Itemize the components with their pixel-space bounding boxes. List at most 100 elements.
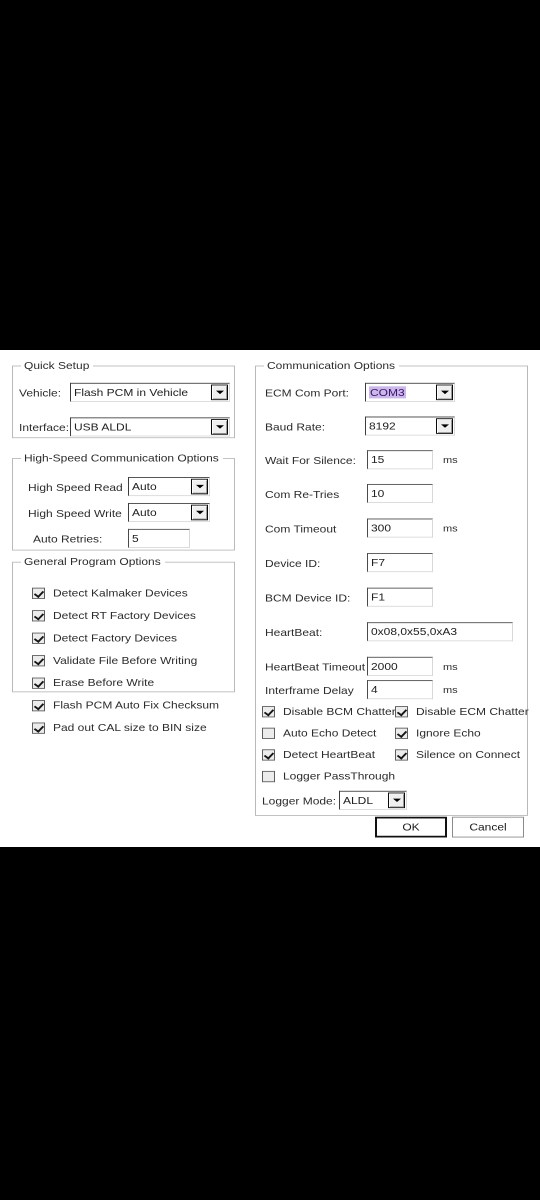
checkbox-label: Disable ECM Chatter (416, 705, 529, 718)
vehicle-select[interactable]: Flash PCM in Vehicle (70, 382, 230, 402)
baud-rate-label: Baud Rate: (265, 420, 326, 433)
logger-mode-value: ALDL (343, 794, 374, 807)
checkbox-box[interactable] (262, 705, 275, 717)
checkbox-label: Auto Echo Detect (283, 726, 377, 739)
high-speed-write-value: Auto (132, 506, 157, 519)
communication-options-title: Communication Options (264, 359, 400, 372)
checkbox-box[interactable] (32, 722, 45, 734)
quick-setup-title: Quick Setup (21, 359, 94, 372)
high-speed-write-label: High Speed Write (28, 507, 122, 520)
auto-retries-input[interactable]: 5 (128, 528, 190, 548)
chevron-down-icon[interactable] (436, 384, 453, 401)
logger-mode-select[interactable]: ALDL (339, 790, 407, 810)
baud-rate-value: 8192 (369, 420, 396, 433)
screen-letterbox: Quick Setup Vehicle: Flash PCM in Vehicl… (0, 0, 540, 1200)
bcm-device-id-input[interactable]: F1 (367, 587, 433, 607)
chevron-down-icon[interactable] (436, 418, 453, 434)
ecm-com-port-label: ECM Com Port: (265, 387, 350, 400)
chevron-down-icon[interactable] (211, 384, 228, 401)
checkbox-box[interactable] (32, 587, 45, 599)
com-retries-input[interactable]: 10 (367, 483, 433, 503)
checkbox-box[interactable] (32, 654, 45, 666)
heartbeat-timeout-input[interactable]: 2000 (367, 656, 433, 676)
general-options-title: General Program Options (21, 555, 165, 568)
com-timeout-label: Com Timeout (265, 522, 337, 535)
checkbox-label: Ignore Echo (416, 726, 481, 739)
logger-mode-label: Logger Mode: (262, 795, 337, 808)
checkbox-box[interactable] (395, 727, 408, 739)
checkbox-auto-echo-detect[interactable]: Auto Echo Detect (262, 727, 376, 739)
wait-for-silence-unit: ms (443, 455, 458, 466)
heartbeat-label: HeartBeat: (265, 626, 323, 639)
checkbox-box[interactable] (262, 770, 275, 782)
ecm-com-port-value: COM3 (369, 386, 406, 399)
checkbox-logger-passthrough[interactable]: Logger PassThrough (262, 770, 395, 782)
chevron-down-icon[interactable] (388, 792, 405, 809)
checkbox-label: Disable BCM Chatter (283, 705, 396, 718)
auto-retries-label: Auto Retries: (33, 533, 103, 546)
cancel-button[interactable]: Cancel (452, 816, 524, 838)
checkbox-box[interactable] (262, 727, 275, 739)
high-speed-title: High-Speed Communication Options (21, 451, 223, 465)
checkbox-detect-kalmaker-devices[interactable]: Detect Kalmaker Devices (32, 587, 188, 599)
checkbox-label: Erase Before Write (53, 676, 155, 689)
high-speed-read-value: Auto (132, 480, 157, 493)
checkbox-box[interactable] (262, 748, 275, 761)
checkbox-label: Detect HeartBeat (283, 748, 376, 761)
high-speed-write-select[interactable]: Auto (128, 502, 210, 523)
checkbox-label: Flash PCM Auto Fix Checksum (53, 699, 220, 712)
checkbox-detect-heartbeat[interactable]: Detect HeartBeat (262, 748, 376, 761)
ecm-com-port-select[interactable]: COM3 (365, 382, 455, 402)
checkbox-label: Validate File Before Writing (53, 654, 198, 667)
com-retries-label: Com Re-Tries (265, 488, 340, 501)
high-speed-read-label: High Speed Read (28, 481, 123, 494)
ecm-com-port-value-wrap: COM3 (366, 384, 436, 401)
chevron-down-icon[interactable] (191, 504, 208, 521)
checkbox-erase-before-write[interactable]: Erase Before Write (32, 677, 154, 689)
checkbox-validate-file-before-writing[interactable]: Validate File Before Writing (32, 654, 197, 666)
wait-for-silence-input[interactable]: 15 (367, 450, 433, 470)
device-id-label: Device ID: (265, 557, 321, 570)
heartbeat-timeout-unit: ms (443, 662, 458, 673)
checkbox-box[interactable] (32, 677, 45, 689)
checkbox-box[interactable] (32, 609, 45, 621)
com-timeout-input[interactable]: 300 (367, 518, 433, 538)
checkbox-label: Silence on Connect (416, 748, 521, 761)
vehicle-label: Vehicle: (19, 387, 62, 400)
checkbox-silence-on-connect[interactable]: Silence on Connect (395, 748, 521, 761)
device-id-input[interactable]: F7 (367, 553, 433, 573)
checkbox-detect-rt-factory-devices[interactable]: Detect RT Factory Devices (32, 609, 196, 621)
checkbox-flash-pcm-auto-fix-checksum[interactable]: Flash PCM Auto Fix Checksum (32, 699, 219, 711)
checkbox-box[interactable] (32, 632, 45, 644)
checkbox-box[interactable] (395, 748, 408, 761)
checkbox-label: Detect RT Factory Devices (53, 609, 196, 622)
checkbox-pad-out-cal-size[interactable]: Pad out CAL size to BIN size (32, 722, 207, 734)
checkbox-disable-bcm-chatter[interactable]: Disable BCM Chatter (262, 705, 396, 717)
ok-button[interactable]: OK (375, 816, 447, 838)
bcm-device-id-label: BCM Device ID: (265, 592, 351, 605)
vehicle-select-value: Flash PCM in Vehicle (74, 386, 189, 399)
settings-dialog: Quick Setup Vehicle: Flash PCM in Vehicl… (0, 350, 540, 847)
com-timeout-unit: ms (443, 523, 458, 535)
interframe-delay-input[interactable]: 4 (367, 680, 433, 700)
interframe-delay-unit: ms (443, 685, 458, 696)
checkbox-box[interactable] (32, 699, 45, 711)
interface-select[interactable]: USB ALDL (70, 417, 230, 437)
checkbox-disable-ecm-chatter[interactable]: Disable ECM Chatter (395, 705, 529, 717)
checkbox-label: Detect Kalmaker Devices (53, 586, 188, 599)
interframe-delay-label: Interframe Delay (265, 684, 354, 697)
interface-label: Interface: (19, 421, 70, 434)
checkbox-label: Detect Factory Devices (53, 631, 178, 644)
general-options-group: General Program Options (12, 555, 235, 693)
checkbox-detect-factory-devices[interactable]: Detect Factory Devices (32, 632, 177, 644)
checkbox-ignore-echo[interactable]: Ignore Echo (395, 727, 481, 739)
high-speed-read-select[interactable]: Auto (128, 477, 210, 497)
heartbeat-input[interactable]: 0x08,0x55,0xA3 (367, 622, 513, 642)
wait-for-silence-label: Wait For Silence: (265, 454, 356, 467)
checkbox-label: Logger PassThrough (283, 770, 396, 783)
chevron-down-icon[interactable] (211, 419, 228, 435)
checkbox-box[interactable] (395, 705, 408, 717)
chevron-down-icon[interactable] (191, 478, 208, 495)
baud-rate-select[interactable]: 8192 (365, 416, 455, 436)
checkbox-label: Pad out CAL size to BIN size (53, 721, 207, 734)
